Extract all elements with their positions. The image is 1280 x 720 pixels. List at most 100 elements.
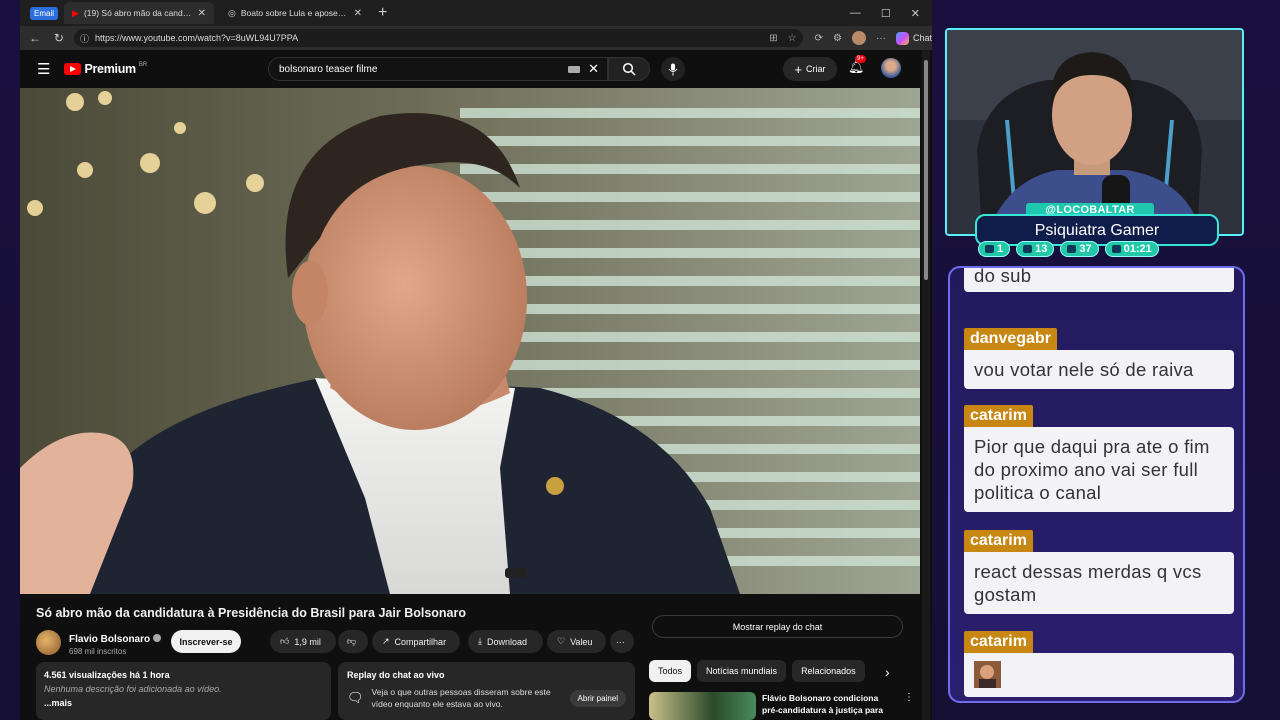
account-avatar[interactable] (881, 58, 901, 78)
viewers-icon (1067, 245, 1077, 253)
message-text: Pior que daqui pra ate o fim do proximo … (964, 427, 1234, 512)
search-input[interactable]: bolsonaro teaser filme ✕ (268, 57, 608, 81)
thumbs-up-icon: 👍︎ (280, 636, 290, 646)
channel-avatar[interactable] (36, 630, 61, 655)
info-icon[interactable]: ⓘ (80, 32, 89, 45)
chip-all[interactable]: Todos (649, 660, 692, 682)
more-horizontal-icon: ··· (616, 636, 625, 647)
tab-youtube[interactable]: ▶ (19) Só abro mão da candidatura à ✕ (64, 2, 215, 24)
recommended-video[interactable]: Flávio Bolsonaro condiciona pré-candidat… (649, 692, 914, 720)
chat-replay-card: Replay do chat ao vivo 🗨︎ Veja o que out… (338, 662, 635, 720)
youtube-logo[interactable]: Premium BR (64, 62, 147, 76)
open-panel-button[interactable]: Abrir painel (569, 689, 626, 707)
show-more-link[interactable]: ...mais (44, 698, 323, 708)
create-label: Criar (806, 64, 826, 74)
like-count: 1,9 mil (294, 636, 321, 647)
stat-youtube-value: 13 (1035, 243, 1048, 255)
channel-subscribers: 698 mil inscritos (69, 647, 127, 656)
keyboard-icon[interactable] (568, 65, 581, 73)
chip-world-news[interactable]: Notícias mundiais (697, 660, 787, 682)
download-button[interactable]: ⤓ Download (468, 630, 543, 653)
copilot-button[interactable]: Chat (895, 31, 932, 45)
profile-avatar[interactable] (851, 31, 866, 45)
filter-chips: Todos Notícias mundiais Relacionados (649, 660, 865, 682)
message-text: do sub (964, 268, 1234, 292)
recommended-title[interactable]: Flávio Bolsonaro condiciona pré-candidat… (762, 692, 892, 720)
like-button[interactable]: 👍︎ 1,9 mil (270, 630, 336, 653)
tab-title: (19) Só abro mão da candidatura à (83, 8, 193, 18)
chat-icon: 🗨︎ (347, 690, 364, 705)
close-icon[interactable]: ✕ (198, 8, 206, 19)
tab-title: Boato sobre Lula e aposentadoria (240, 8, 349, 18)
favorite-star-icon[interactable]: ☆ (788, 33, 797, 44)
video-title: Só abro mão da candidatura à Presidência… (36, 606, 466, 620)
minimize-icon[interactable]: — (850, 7, 861, 20)
url-field[interactable]: ⓘ https://www.youtube.com/watch?v=8uWL94… (73, 29, 803, 47)
channel-name[interactable]: Flavio Bolsonaro (69, 634, 150, 645)
search-value: bolsonaro teaser filme (279, 63, 378, 75)
create-button[interactable]: + Criar (783, 57, 837, 81)
url-text: https://www.youtube.com/watch?v=8uWL94U7… (94, 33, 299, 43)
stat-chat: 1 (978, 241, 1011, 257)
close-icon[interactable]: ✕ (354, 8, 362, 19)
message-username: danvegabr (964, 328, 1057, 350)
notifications-button[interactable]: 🔔︎ 9+ (848, 55, 866, 75)
maximize-icon[interactable]: ☐ (881, 7, 891, 20)
stat-time: 01:21 (1104, 241, 1159, 257)
tab-strip: Email ▶ (19) Só abro mão da candidatura … (20, 0, 932, 26)
search-button[interactable] (608, 57, 650, 81)
more-vertical-icon[interactable]: ⋮ (904, 692, 914, 720)
chat-replay-text: Veja o que outras pessoas disseram sobre… (371, 687, 551, 709)
refresh-icon[interactable]: ↻ (50, 31, 68, 45)
dislike-button[interactable]: 👎︎ (338, 630, 368, 653)
page-scrollbar[interactable] (922, 50, 930, 720)
voice-search-button[interactable] (661, 57, 685, 81)
clear-search-icon[interactable]: ✕ (588, 61, 599, 77)
extensions-area: ⟳ ⚙ ··· Chat (815, 31, 932, 45)
description-box[interactable]: 4.561 visualizações há 1 hora Nenhuma de… (36, 662, 331, 720)
search-icon (622, 62, 636, 76)
more-actions-button[interactable]: ··· (610, 630, 634, 653)
subscribe-button[interactable]: Inscrever-se (171, 630, 241, 653)
view-count-and-date: 4.561 visualizações há 1 hora (44, 670, 170, 680)
thanks-label: Valeu (570, 636, 593, 647)
share-icon: ↗ (382, 636, 390, 646)
logo-text: Premium (84, 62, 136, 76)
scrollbar-thumb[interactable] (924, 60, 928, 280)
email-tab-group[interactable]: Email (30, 6, 59, 20)
apps-icon[interactable]: ⊞ (769, 33, 777, 44)
stat-time-value: 01:21 (1123, 243, 1152, 255)
video-thumbnail[interactable] (649, 692, 756, 720)
message-username: catarim (964, 530, 1033, 552)
tab-boato[interactable]: ◎ Boato sobre Lula e aposentadoria ✕ (220, 2, 370, 24)
chat-message: catarim react dessas merdas q vcs gostam (964, 530, 1234, 614)
extensions-icon[interactable]: ⚙ (833, 33, 842, 44)
chip-related[interactable]: Relacionados (792, 660, 865, 682)
sync-icon[interactable]: ⟳ (815, 33, 823, 44)
channel-info[interactable]: Flavio Bolsonaro 698 mil inscritos (36, 629, 162, 656)
menu-icon[interactable]: ☰ (37, 60, 50, 78)
window-controls: — ☐ ✕ (850, 7, 920, 20)
notification-badge: 9+ (855, 55, 866, 63)
logo-region: BR (138, 62, 148, 68)
more-icon[interactable]: ··· (876, 33, 886, 44)
youtube-favicon-icon: ▶ (72, 7, 79, 18)
back-icon[interactable]: ← (26, 31, 44, 45)
thanks-button[interactable]: ♡ Valeu (547, 630, 606, 653)
chevron-right-icon[interactable]: › (885, 664, 890, 680)
video-frame (20, 88, 920, 594)
youtube-header: ☰ Premium BR bolsonaro teaser filme ✕ + … (20, 50, 932, 88)
stat-youtube: 13 (1016, 241, 1055, 257)
lapel-pin (546, 477, 564, 495)
clock-icon (1111, 245, 1121, 253)
share-button[interactable]: ↗ Compartilhar (372, 630, 460, 653)
live-chat-overlay: do sub danvegabr vou votar nele só de ra… (948, 266, 1245, 703)
show-chat-replay-button[interactable]: Mostrar replay do chat (652, 615, 903, 638)
new-tab-button[interactable]: + (378, 4, 387, 22)
youtube-play-icon (64, 63, 82, 75)
close-window-icon[interactable]: ✕ (911, 7, 920, 20)
ear (292, 261, 328, 325)
share-label: Compartilhar (394, 636, 447, 647)
video-player[interactable] (20, 88, 920, 594)
download-label: Download (486, 636, 528, 647)
